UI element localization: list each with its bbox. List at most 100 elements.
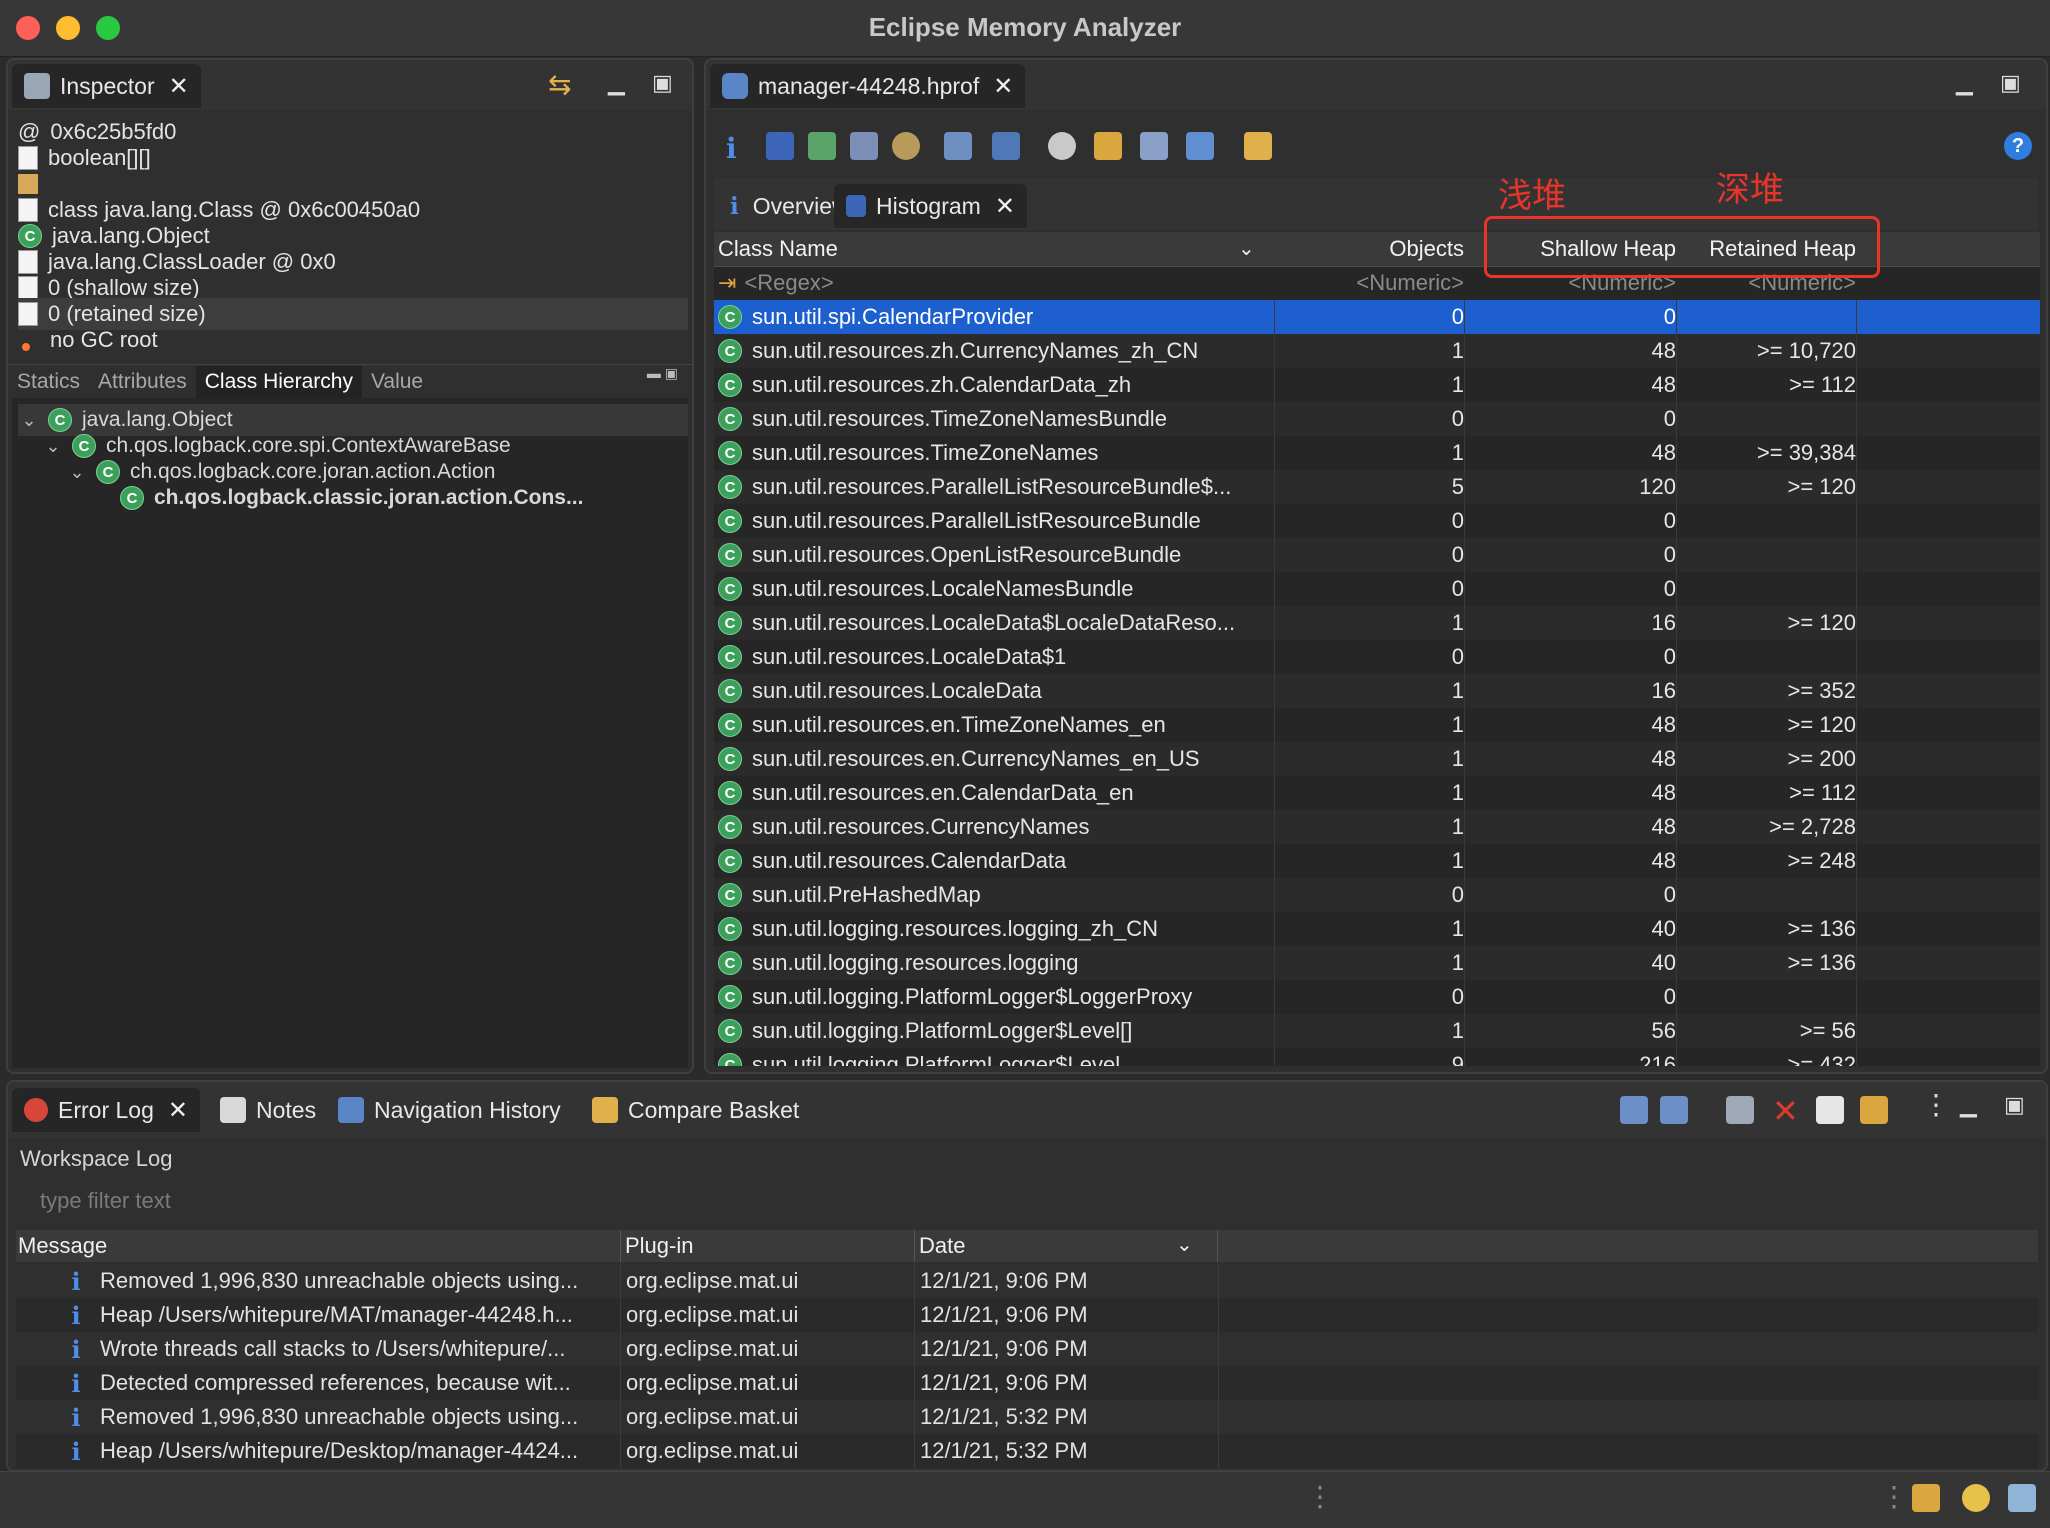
- image-icon[interactable]: [2008, 1484, 2036, 1512]
- tab-notes[interactable]: Notes: [208, 1088, 328, 1132]
- tab-inspector-label: Inspector: [60, 72, 155, 99]
- minimize-icon[interactable]: ▁: [1960, 1092, 1977, 1118]
- chevron-down-icon[interactable]: ⌄: [1176, 1232, 1193, 1257]
- table-row[interactable]: Csun.util.logging.resources.logging_zh_C…: [714, 912, 2040, 946]
- retained-heap-cell: [1676, 980, 1860, 1014]
- delete-log-icon[interactable]: ✕: [1772, 1092, 1799, 1130]
- log-row[interactable]: i Detected compressed references, because…: [16, 1366, 2038, 1400]
- column-objects[interactable]: Objects: [1274, 232, 1468, 266]
- table-row[interactable]: Csun.util.PreHashedMap 0 0: [714, 878, 2040, 912]
- progress-icon[interactable]: [1962, 1484, 1990, 1512]
- close-icon[interactable]: ✕: [168, 1096, 188, 1125]
- table-row[interactable]: Csun.util.resources.CurrencyNames 1 48 >= 2…: [714, 810, 2040, 844]
- table-row[interactable]: Csun.util.logging.PlatformLogger$Level[]…: [714, 1014, 2040, 1048]
- export-log-icon[interactable]: [1620, 1096, 1648, 1124]
- class-name-cell-text: sun.util.resources.LocaleData$LocaleData…: [752, 610, 1236, 635]
- query-browser-icon[interactable]: [992, 132, 1020, 160]
- tab-compare-basket[interactable]: Compare Basket: [580, 1088, 811, 1132]
- table-row[interactable]: Csun.util.spi.CalendarProvider 0 0: [714, 300, 2040, 334]
- table-row[interactable]: Csun.util.resources.ParallelListResource…: [714, 504, 2040, 538]
- table-row[interactable]: Csun.util.logging.PlatformLogger$Level 9 2…: [714, 1048, 2040, 1066]
- table-row[interactable]: Csun.util.logging.resources.logging 1 40 >=…: [714, 946, 2040, 980]
- restore-log-icon[interactable]: [1860, 1096, 1888, 1124]
- log-row[interactable]: i Wrote threads call stacks to /Users/whi…: [16, 1332, 2038, 1366]
- reports-icon[interactable]: [944, 132, 972, 160]
- table-row[interactable]: Csun.util.logging.PlatformLogger$LoggerP…: [714, 980, 2040, 1014]
- column-plugin[interactable]: Plug-in: [620, 1230, 915, 1262]
- close-icon[interactable]: ✕: [169, 72, 189, 101]
- oql-icon[interactable]: [850, 132, 878, 160]
- histogram-icon[interactable]: [766, 132, 794, 160]
- table-row[interactable]: Csun.util.resources.ParallelListResource…: [714, 470, 2040, 504]
- table-row[interactable]: Csun.util.resources.LocaleNamesBundle 0 0: [714, 572, 2040, 606]
- table-row[interactable]: Csun.util.resources.LocaleData 1 16 >= 352: [714, 674, 2040, 708]
- retained-heap-cell-text: >= 120: [1787, 712, 1856, 737]
- import-log-icon[interactable]: [1660, 1096, 1688, 1124]
- table-row[interactable]: Csun.util.resources.en.CurrencyNames_en_…: [714, 742, 2040, 776]
- table-row[interactable]: Csun.util.resources.TimeZoneNames 1 48 >= 3…: [714, 436, 2040, 470]
- table-row[interactable]: Csun.util.resources.en.TimeZoneNames_en 1…: [714, 708, 2040, 742]
- view-menu-icon[interactable]: ▬ ▣: [647, 365, 678, 382]
- maximize-icon[interactable]: ▣: [2000, 70, 2021, 96]
- dominator-tree-icon[interactable]: [808, 132, 836, 160]
- tab-statics[interactable]: Statics: [8, 366, 89, 398]
- class-name-cell: Csun.util.resources.LocaleData: [718, 674, 1274, 708]
- tab-class-hierarchy[interactable]: Class Hierarchy: [195, 366, 362, 398]
- info-icon[interactable]: i: [726, 132, 754, 165]
- shallow-heap-cell: 48: [1464, 436, 1680, 470]
- chevron-down-icon[interactable]: ⌄: [18, 410, 40, 431]
- compare-basket-icon[interactable]: [1244, 132, 1272, 160]
- clear-log-icon[interactable]: [1726, 1096, 1754, 1124]
- table-row[interactable]: Csun.util.resources.OpenListResourceBund…: [714, 538, 2040, 572]
- heap-status-icon[interactable]: [1912, 1484, 1940, 1512]
- open-log-icon[interactable]: [1816, 1096, 1844, 1124]
- tab-heap-dump[interactable]: manager-44248.hprof ✕: [710, 64, 1026, 108]
- calculate-retained-icon[interactable]: [1140, 132, 1168, 160]
- chevron-down-icon[interactable]: ⌄: [1238, 236, 1255, 261]
- shallow-heap-cell: 0: [1464, 572, 1680, 606]
- table-row[interactable]: Csun.util.resources.CalendarData 1 48 >= 24…: [714, 844, 2040, 878]
- table-row[interactable]: Csun.util.resources.zh.CalendarData_zh 1 4…: [714, 368, 2040, 402]
- log-row[interactable]: i Heap /Users/whitepure/Desktop/manager-4…: [16, 1434, 2038, 1468]
- tab-inspector[interactable]: Inspector ✕: [12, 64, 201, 108]
- tree-node-selected-class[interactable]: C ch.qos.logback.classic.joran.action.Co…: [120, 482, 684, 514]
- close-icon[interactable]: ✕: [995, 192, 1015, 221]
- log-filter-input[interactable]: type filter text: [20, 1188, 2034, 1214]
- log-row[interactable]: i Removed 1,996,830 unreachable objects u…: [16, 1264, 2038, 1298]
- minimize-icon[interactable]: ▁: [1956, 70, 1973, 96]
- column-message[interactable]: Message: [18, 1230, 614, 1262]
- class-name-filter[interactable]: ⇥ <Regex>: [718, 266, 1274, 300]
- tab-attributes[interactable]: Attributes: [89, 366, 196, 398]
- log-row[interactable]: i Heap /Users/whitepure/MAT/manager-44248…: [16, 1298, 2038, 1332]
- log-plugin-cell: org.eclipse.mat.ui: [620, 1366, 916, 1400]
- export-icon[interactable]: [1186, 132, 1214, 160]
- maximize-icon[interactable]: ▣: [2004, 1092, 2025, 1118]
- table-row[interactable]: Csun.util.resources.LocaleData$1 0 0: [714, 640, 2040, 674]
- group-by-icon[interactable]: [1094, 132, 1122, 160]
- objects-cell-text: 1: [1451, 610, 1464, 635]
- table-row[interactable]: Csun.util.resources.zh.CurrencyNames_zh_…: [714, 334, 2040, 368]
- log-message-text: Removed 1,996,830 unreachable objects us…: [100, 1404, 579, 1429]
- tab-value[interactable]: Value: [362, 366, 432, 398]
- log-row[interactable]: i Removed 1,996,830 unreachable objects u…: [16, 1400, 2038, 1434]
- minimize-icon[interactable]: ▁: [608, 70, 625, 96]
- close-icon[interactable]: ✕: [993, 72, 1013, 101]
- table-row[interactable]: Csun.util.resources.en.CalendarData_en 1 4…: [714, 776, 2040, 810]
- search-icon[interactable]: [1048, 132, 1076, 160]
- table-row[interactable]: Csun.util.resources.LocaleData$LocaleDat…: [714, 606, 2040, 640]
- column-class-name[interactable]: Class Name: [718, 232, 1274, 266]
- navigation-history-icon: [338, 1097, 364, 1123]
- table-row[interactable]: Csun.util.resources.TimeZoneNamesBundle 0…: [714, 402, 2040, 436]
- objects-filter[interactable]: <Numeric>: [1274, 266, 1468, 300]
- link-with-editor-icon[interactable]: ⇆: [548, 68, 571, 101]
- maximize-icon[interactable]: ▣: [652, 70, 673, 96]
- column-date[interactable]: Date: [914, 1230, 1218, 1262]
- chevron-down-icon[interactable]: ⌄: [66, 462, 88, 483]
- tab-histogram[interactable]: Histogram ✕: [834, 184, 1027, 228]
- help-icon[interactable]: ?: [2004, 132, 2032, 160]
- chevron-down-icon[interactable]: ⌄: [42, 436, 64, 457]
- view-menu-icon[interactable]: ⋮: [1922, 1088, 1950, 1121]
- tab-error-log[interactable]: Error Log ✕: [12, 1088, 200, 1132]
- tab-navigation-history[interactable]: Navigation History: [326, 1088, 573, 1132]
- thread-overview-icon[interactable]: [892, 132, 920, 160]
